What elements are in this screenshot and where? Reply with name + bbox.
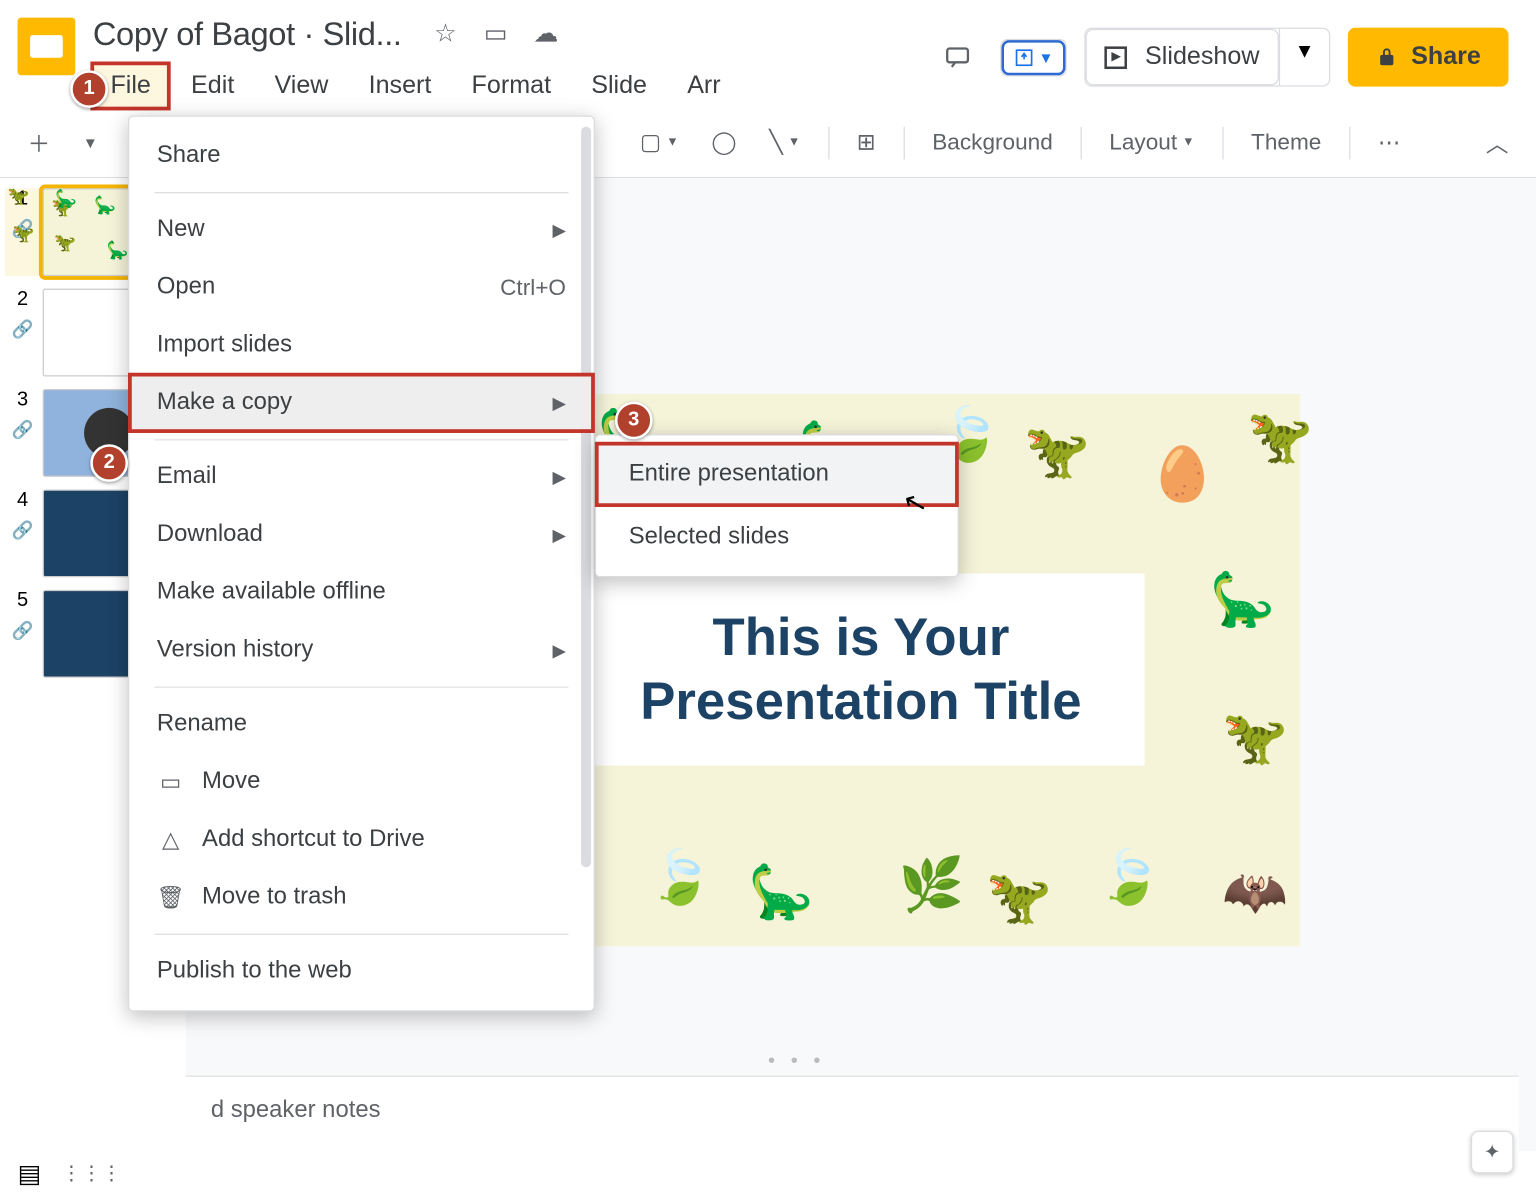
menu-version-history[interactable]: Version history▶ xyxy=(129,621,593,679)
menu-insert[interactable]: Insert xyxy=(351,64,449,108)
insert-line-button[interactable]: ╲▼ xyxy=(757,122,813,163)
star-icon[interactable]: ☆ xyxy=(432,19,460,47)
submenu-arrow-icon: ▶ xyxy=(552,219,566,240)
dino-icon: 🦇 xyxy=(1222,862,1288,923)
share-label: Share xyxy=(1411,43,1481,72)
leaf-icon: 🍃 xyxy=(1096,846,1162,907)
thumb-number: 2 xyxy=(17,289,28,312)
new-slide-button[interactable]: ＋ xyxy=(15,119,63,167)
collapse-icon[interactable]: ︿ xyxy=(1473,119,1521,167)
layout-button[interactable]: Layout▼ xyxy=(1097,122,1207,163)
slide-title-placeholder[interactable]: This is YourPresentation Title xyxy=(578,574,1145,766)
insert-image-button[interactable]: ▢▼ xyxy=(627,122,691,163)
shortcut-label: Ctrl+O xyxy=(500,274,566,300)
menu-view[interactable]: View xyxy=(257,64,346,108)
submenu-arrow-icon: ▶ xyxy=(552,392,566,413)
dino-icon: 🦖 xyxy=(1222,707,1288,768)
comments-icon[interactable] xyxy=(932,32,982,82)
new-slide-caret[interactable]: ▼ xyxy=(70,126,110,159)
explore-button[interactable]: ✦ xyxy=(1471,1131,1514,1174)
annotation-badge-3: 3 xyxy=(615,402,653,440)
dino-icon: 🦖 xyxy=(986,867,1052,928)
menu-email[interactable]: Email▶ xyxy=(129,448,593,506)
cloud-status-icon: ☁ xyxy=(532,19,560,47)
menu-move-trash[interactable]: 🗑Move to trash xyxy=(129,868,593,926)
menu-publish-web[interactable]: Publish to the web xyxy=(129,943,593,1001)
speaker-notes[interactable]: d speaker notes xyxy=(186,1076,1519,1151)
menu-new[interactable]: New▶ xyxy=(129,201,593,259)
menubar: File Edit View Insert Format Slide Arr xyxy=(93,64,932,108)
submenu-arrow-icon: ▶ xyxy=(552,524,566,545)
submenu-arrow-icon: ▶ xyxy=(552,639,566,660)
menu-edit[interactable]: Edit xyxy=(173,64,251,108)
document-title[interactable]: Copy of Bagot · Slid... xyxy=(93,10,402,56)
resize-handle-icon[interactable]: • • • xyxy=(768,1050,825,1073)
slides-logo-icon[interactable] xyxy=(18,18,76,76)
menu-add-shortcut[interactable]: △Add shortcut to Drive xyxy=(129,811,593,869)
present-button[interactable]: ▼ xyxy=(1001,40,1066,75)
insert-comment-button[interactable]: ⊞ xyxy=(844,122,888,163)
dino-icon: 🦕 xyxy=(748,862,814,923)
menu-open[interactable]: OpenCtrl+O xyxy=(129,259,593,317)
menu-move[interactable]: ▭Move xyxy=(129,753,593,811)
menu-share[interactable]: Share xyxy=(129,127,593,185)
leaf-icon: 🍃 xyxy=(648,846,714,907)
trash-icon: 🗑 xyxy=(157,884,185,912)
share-button[interactable]: Share xyxy=(1348,28,1508,87)
title-line-1: This is Your xyxy=(713,608,1010,667)
title-line-2: Presentation Title xyxy=(640,671,1081,730)
dino-icon: 🦖 xyxy=(1024,421,1090,482)
menu-arrange[interactable]: Arr xyxy=(670,64,739,108)
insert-shape-button[interactable]: ◯ xyxy=(699,122,749,163)
dino-icon: 🦖 xyxy=(1247,406,1313,467)
drive-shortcut-icon: △ xyxy=(157,826,185,854)
dino-icon: 🦕 xyxy=(1209,569,1275,630)
link-icon: 🔗 xyxy=(12,520,34,541)
menu-download[interactable]: Download▶ xyxy=(129,506,593,564)
link-icon: 🔗 xyxy=(12,319,34,340)
slideshow-label: Slideshow xyxy=(1145,43,1259,72)
annotation-badge-2: 2 xyxy=(90,444,128,482)
thumb-number: 5 xyxy=(17,590,28,613)
menu-offline[interactable]: Make available offline xyxy=(129,563,593,621)
menu-rename[interactable]: Rename xyxy=(129,695,593,753)
menu-slide[interactable]: Slide xyxy=(574,64,665,108)
menu-import-slides[interactable]: Import slides xyxy=(129,316,593,374)
filmstrip-icon[interactable]: ⋮⋮⋮ xyxy=(61,1161,121,1186)
link-icon: 🔗 xyxy=(12,419,34,440)
annotation-badge-1: 1 xyxy=(70,70,108,108)
thumb-number: 4 xyxy=(17,489,28,512)
notes-placeholder: d speaker notes xyxy=(211,1097,381,1123)
background-button[interactable]: Background xyxy=(920,122,1066,163)
plant-icon: 🌿 xyxy=(899,854,965,915)
submenu-arrow-icon: ▶ xyxy=(552,466,566,487)
menu-make-a-copy[interactable]: Make a copy▶ xyxy=(129,374,593,432)
theme-button[interactable]: Theme xyxy=(1238,122,1333,163)
thumb-number: 3 xyxy=(17,389,28,412)
move-icon: ▭ xyxy=(157,768,185,796)
submenu-selected-slides[interactable]: Selected slides xyxy=(596,506,957,569)
bottom-bar: ▤ ⋮⋮⋮ xyxy=(0,1151,1536,1196)
grid-view-icon[interactable]: ▤ xyxy=(18,1158,42,1189)
file-menu: Share New▶ OpenCtrl+O Import slides Make… xyxy=(128,115,595,1011)
slideshow-caret[interactable]: ▼ xyxy=(1278,29,1329,85)
more-button[interactable]: ⋯ xyxy=(1365,122,1413,163)
move-to-drive-icon[interactable]: ▭ xyxy=(482,19,510,47)
link-icon: 🔗 xyxy=(12,620,34,641)
menu-format[interactable]: Format xyxy=(454,64,569,108)
slideshow-button[interactable]: ▶ Slideshow xyxy=(1086,29,1278,85)
egg-icon: 🥚 xyxy=(1150,444,1216,505)
